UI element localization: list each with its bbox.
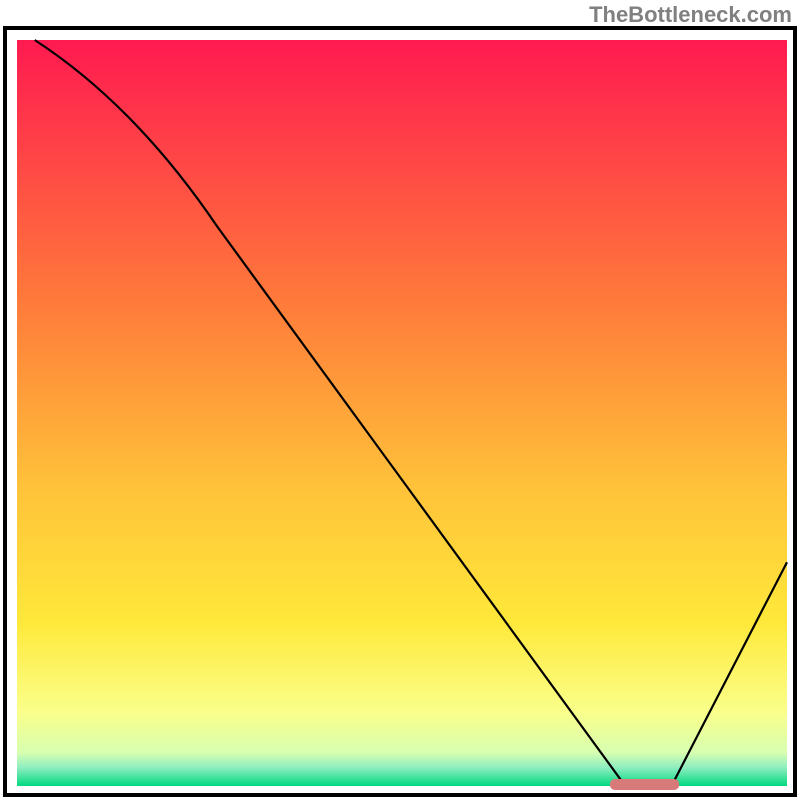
optimal-range-marker — [610, 779, 679, 790]
watermark-text: TheBottleneck.com — [589, 2, 792, 28]
bottleneck-chart — [0, 0, 800, 800]
chart-background-gradient — [17, 40, 787, 786]
